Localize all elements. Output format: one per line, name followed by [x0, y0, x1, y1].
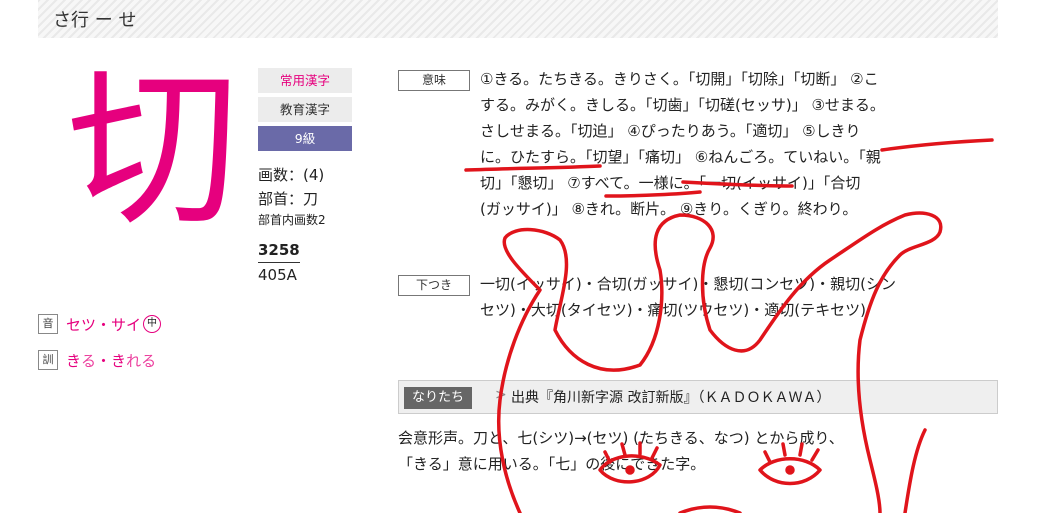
kyoiku-badge: 教育漢字: [258, 97, 352, 122]
shitatsuki-line: セツ)・大切(タイセツ)・痛切(ツウセツ)・適切(テキセツ): [480, 301, 866, 319]
kanji-info: 画数：(4) 部首：刀 部首内画数2 3258 405A: [258, 163, 326, 287]
on-reading-row: 音 セツ・サイ 中: [38, 306, 162, 342]
origin-line: 「きる」意に用いる。「七」の後にできた字。: [398, 455, 706, 473]
meaning-line: する。みがく。きしる。「切歯」「切磋(セッサ)」 ③せまる。: [480, 96, 885, 114]
kun-reading-row: 訓 きる・きれる: [38, 342, 161, 378]
radical: 部首：刀: [258, 190, 319, 208]
kun-okurigana-1: る: [81, 351, 97, 370]
origin-bar: なりたち > 出典『角川新字源 改訂新版』（ＫＡＤＯＫＡＷＡ）: [398, 380, 998, 414]
meaning-line: 切」「懇切」 ⑦すべて。一様に。「一切(イッサイ)」「合切: [480, 174, 861, 192]
level-badge[interactable]: 9級: [258, 126, 352, 151]
kanji-badges: 常用漢字 教育漢字 9級: [258, 68, 352, 155]
chevron-right-icon: >: [495, 387, 507, 403]
middle-school-mark: 中: [143, 315, 162, 333]
on-reading[interactable]: セツ・サイ: [66, 314, 141, 335]
shitatsuki-line: 一切(イッサイ)・合切(ガッサイ)・懇切(コンセツ)・親切(シン: [480, 275, 896, 293]
readings: 音 セツ・サイ 中 訓 きる・きれる: [38, 306, 162, 378]
meaning-line: ①きる。たちきる。きりさく。「切開」「切除」「切断」 ②こ: [480, 70, 879, 88]
section-header: さ行 ー せ: [38, 0, 998, 38]
meaning-line: (ガッサイ)」 ⑧きれ。断片。 ⑨きり。くぎり。終わり。: [480, 200, 858, 218]
kun-separator: ・: [96, 351, 112, 370]
on-tag: 音: [38, 314, 58, 334]
kun-okurigana-2: れる: [126, 351, 157, 370]
shitatsuki-text: 一切(イッサイ)・合切(ガッサイ)・懇切(コンセツ)・親切(シン セツ)・大切(…: [480, 271, 1000, 323]
jis-code: 3258: [258, 238, 300, 264]
origin-line: 会意形声。刀と、七(シツ)→(セツ) (たちきる、なつ) とから成り、: [398, 429, 844, 447]
scribble-mouth: [678, 505, 742, 513]
meaning-line: に。ひたすら。「切望」「痛切」 ⑥ねんごろ。ていねい。「親: [480, 148, 881, 166]
kanji-character: 切: [67, 49, 239, 250]
shitatsuki-label: 下つき: [398, 275, 470, 296]
joyo-badge: 常用漢字: [258, 68, 352, 93]
origin-source: 出典『角川新字源 改訂新版』（ＫＡＤＯＫＡＷＡ）: [511, 390, 831, 406]
kun-tag: 訓: [38, 350, 58, 370]
kun-root-2[interactable]: き: [111, 350, 126, 371]
meaning-text: ①きる。たちきる。きりさく。「切開」「切除」「切断」 ②こ する。みがく。きしる…: [480, 66, 1000, 222]
origin-description: 会意形声。刀と、七(シツ)→(セツ) (たちきる、なつ) とから成り、 「きる」…: [398, 425, 998, 477]
meaning-line: さしせまる。「切迫」 ④ぴったりあう。「適切」 ⑤しきり: [480, 122, 861, 140]
section-title: さ行 ー せ: [53, 10, 137, 31]
radical-strokes: 部首内画数2: [258, 213, 326, 227]
origin-tag: なりたち: [404, 387, 473, 409]
stroke-count: 画数：(4): [258, 166, 325, 184]
meaning-label: 意味: [398, 70, 470, 91]
kun-root-1[interactable]: き: [66, 350, 81, 371]
unicode-code: 405A: [258, 266, 297, 285]
